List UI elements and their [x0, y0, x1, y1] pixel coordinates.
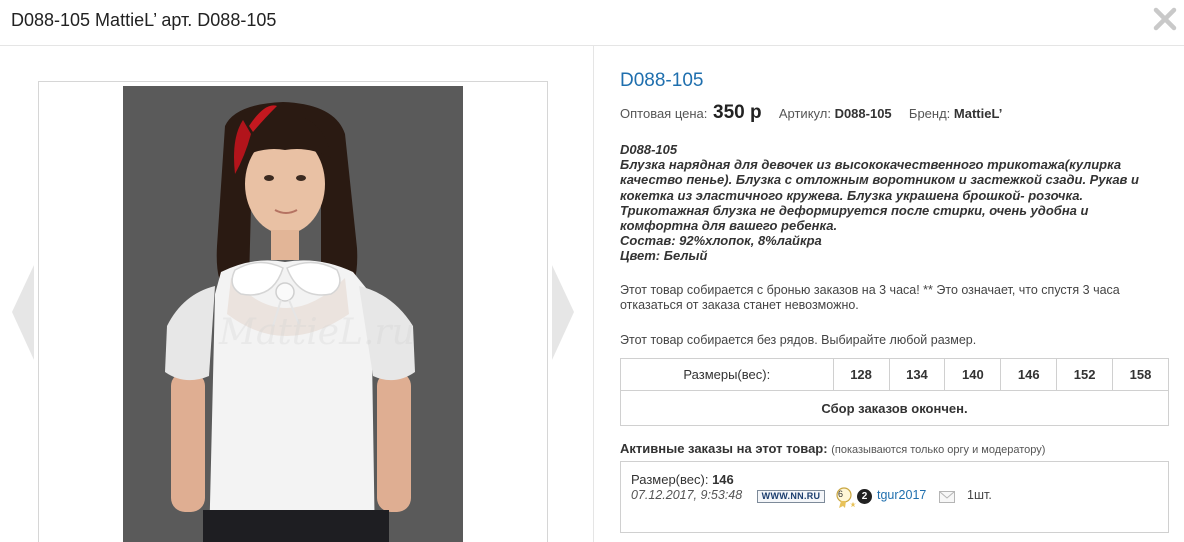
size-cell: 152: [1056, 358, 1114, 391]
size-cell: 128: [832, 358, 890, 391]
description-line: Цвет: Белый: [620, 248, 708, 264]
user-link[interactable]: tgur2017: [877, 488, 926, 502]
active-orders-note: (показываются только оргу и модератору): [831, 444, 1046, 456]
description-line: D088-105: [620, 142, 678, 157]
description-line: Блузка нарядная для девочек из высококач…: [620, 157, 1122, 173]
order-item: Размер(вес): 146 07.12.2017, 9:53:48 WWW…: [620, 461, 1169, 533]
column-divider: [593, 46, 594, 542]
size-cell: 134: [888, 358, 946, 391]
product-title[interactable]: D088-105: [620, 70, 703, 92]
arrow-right-icon: [552, 265, 574, 360]
size-cell: 140: [944, 358, 1002, 391]
description-line: Состав: 92%хлопок, 8%лайкра: [620, 233, 822, 249]
rating-value: 6: [838, 489, 844, 499]
size-cell: 158: [1112, 358, 1169, 391]
arrow-left-icon: [12, 265, 34, 360]
mail-icon[interactable]: [939, 491, 955, 503]
gallery-next-button[interactable]: [550, 265, 576, 360]
product-description: D088-105 Блузка нарядная для девочек из …: [620, 142, 1160, 264]
brand-label: Бренд:: [908, 106, 951, 121]
watermark: MattieL.ru: [219, 312, 415, 353]
user-level-badge: 2: [857, 489, 872, 504]
description-line: качество пенье). Блузка с отложным ворот…: [620, 172, 1139, 188]
collection-closed-status: Сбор заказов окончен.: [620, 390, 1169, 426]
rows-note: Этот товар собирается без рядов. Выбирай…: [620, 333, 977, 347]
sizes-table: Размеры(вес): 128 134 140 146 152 158 Сб…: [620, 358, 1169, 426]
order-size-value: 146: [712, 472, 734, 487]
modal-header: D088-105 MattieL’ арт. D088-105: [0, 0, 1184, 46]
active-orders-heading: Активные заказы на этот товар: (показыва…: [620, 441, 1045, 456]
order-size: Размер(вес): 146: [631, 472, 734, 487]
size-cell: 146: [1000, 358, 1058, 391]
nn-site-badge: WWW.NN.RU: [757, 490, 825, 503]
price-label: Оптовая цена:: [620, 106, 708, 121]
description-line: кокетка из эластичного кружева. Блузка у…: [620, 187, 1084, 203]
description-line: комфортна для вашего ребенка.: [620, 218, 838, 234]
modal-title: D088-105 MattieL’ арт. D088-105: [11, 10, 277, 30]
active-orders-title: Активные заказы на этот товар:: [620, 441, 828, 456]
order-quantity: 1шт.: [967, 488, 992, 502]
reserve-note: Этот товар собирается с бронью заказов н…: [620, 283, 1120, 312]
order-date: 07.12.2017, 9:53:48: [631, 488, 743, 502]
sizes-label: Размеры(вес):: [620, 358, 834, 391]
article-label: Артикул:: [778, 106, 831, 121]
product-photo[interactable]: MattieL.ru: [123, 86, 463, 542]
article-value: D088-105: [834, 106, 892, 121]
close-icon: [1153, 7, 1177, 31]
price-value: 350 р: [713, 102, 762, 123]
product-meta: Оптовая цена: 350 р Артикул: D088-105 Бр…: [620, 102, 1002, 124]
sizes-row: Размеры(вес): 128 134 140 146 152 158: [620, 358, 1169, 391]
close-button[interactable]: [1152, 6, 1178, 32]
description-line: Трикотажная блузка не деформируется посл…: [620, 202, 1089, 218]
status-row: Сбор заказов окончен.: [620, 390, 1169, 426]
gallery-prev-button[interactable]: [10, 265, 36, 360]
brand-value: MattieL’: [953, 106, 1003, 121]
order-size-label: Размер(вес):: [631, 472, 709, 487]
product-gallery: MattieL.ru: [38, 81, 548, 542]
